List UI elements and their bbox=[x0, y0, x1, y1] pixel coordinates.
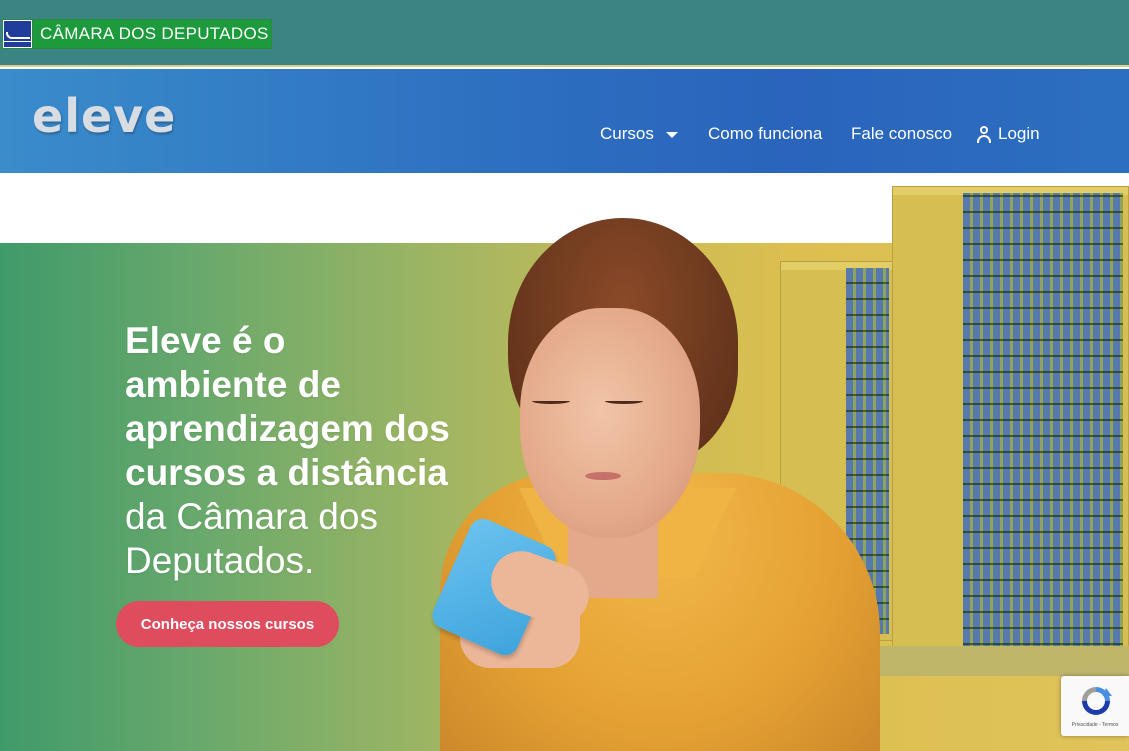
recaptcha-badge[interactable]: Privacidade - Termos bbox=[1061, 676, 1129, 736]
nav-fale-conosco-label: Fale conosco bbox=[851, 124, 953, 143]
camara-flag-icon bbox=[3, 20, 33, 48]
recaptcha-icon bbox=[1082, 687, 1112, 715]
hero-title-line: Deputados. bbox=[125, 540, 315, 581]
hero-title-line: aprendizagem dos bbox=[125, 408, 450, 449]
chevron-down-icon bbox=[665, 131, 678, 138]
hero-title-line: cursos a distância bbox=[125, 452, 448, 493]
recaptcha-footer-links[interactable]: Privacidade - Termos bbox=[1061, 722, 1129, 728]
nav-como-funciona-label: Como funciona bbox=[708, 124, 823, 143]
main-nav: Cursos Como funciona Fale conosco Login bbox=[0, 124, 1129, 148]
hero-title-line: Eleve é o bbox=[125, 320, 286, 361]
hero-title-line: da Câmara dos bbox=[125, 496, 378, 537]
nav-cursos-label: Cursos bbox=[600, 124, 654, 143]
nav-fale-conosco[interactable]: Fale conosco bbox=[851, 124, 952, 144]
hero-title-line: ambiente de bbox=[125, 364, 341, 405]
site-header: eleve Cursos Como funciona Fale conosco … bbox=[0, 69, 1129, 173]
user-icon bbox=[976, 125, 992, 143]
camara-home-link[interactable]: CÂMARA DOS DEPUTADOS bbox=[2, 19, 272, 49]
nav-cursos[interactable]: Cursos bbox=[600, 124, 678, 144]
gov-top-bar: CÂMARA DOS DEPUTADOS bbox=[0, 0, 1129, 67]
nav-login-label: Login bbox=[998, 124, 1040, 143]
nav-login[interactable]: Login bbox=[976, 124, 1040, 144]
hero-title: Eleve é o ambiente de aprendizagem dos c… bbox=[125, 319, 505, 583]
camara-badge-label: CÂMARA DOS DEPUTADOS bbox=[33, 20, 271, 48]
nav-como-funciona[interactable]: Como funciona bbox=[708, 124, 822, 144]
explore-courses-button[interactable]: Conheça nossos cursos bbox=[116, 601, 339, 647]
